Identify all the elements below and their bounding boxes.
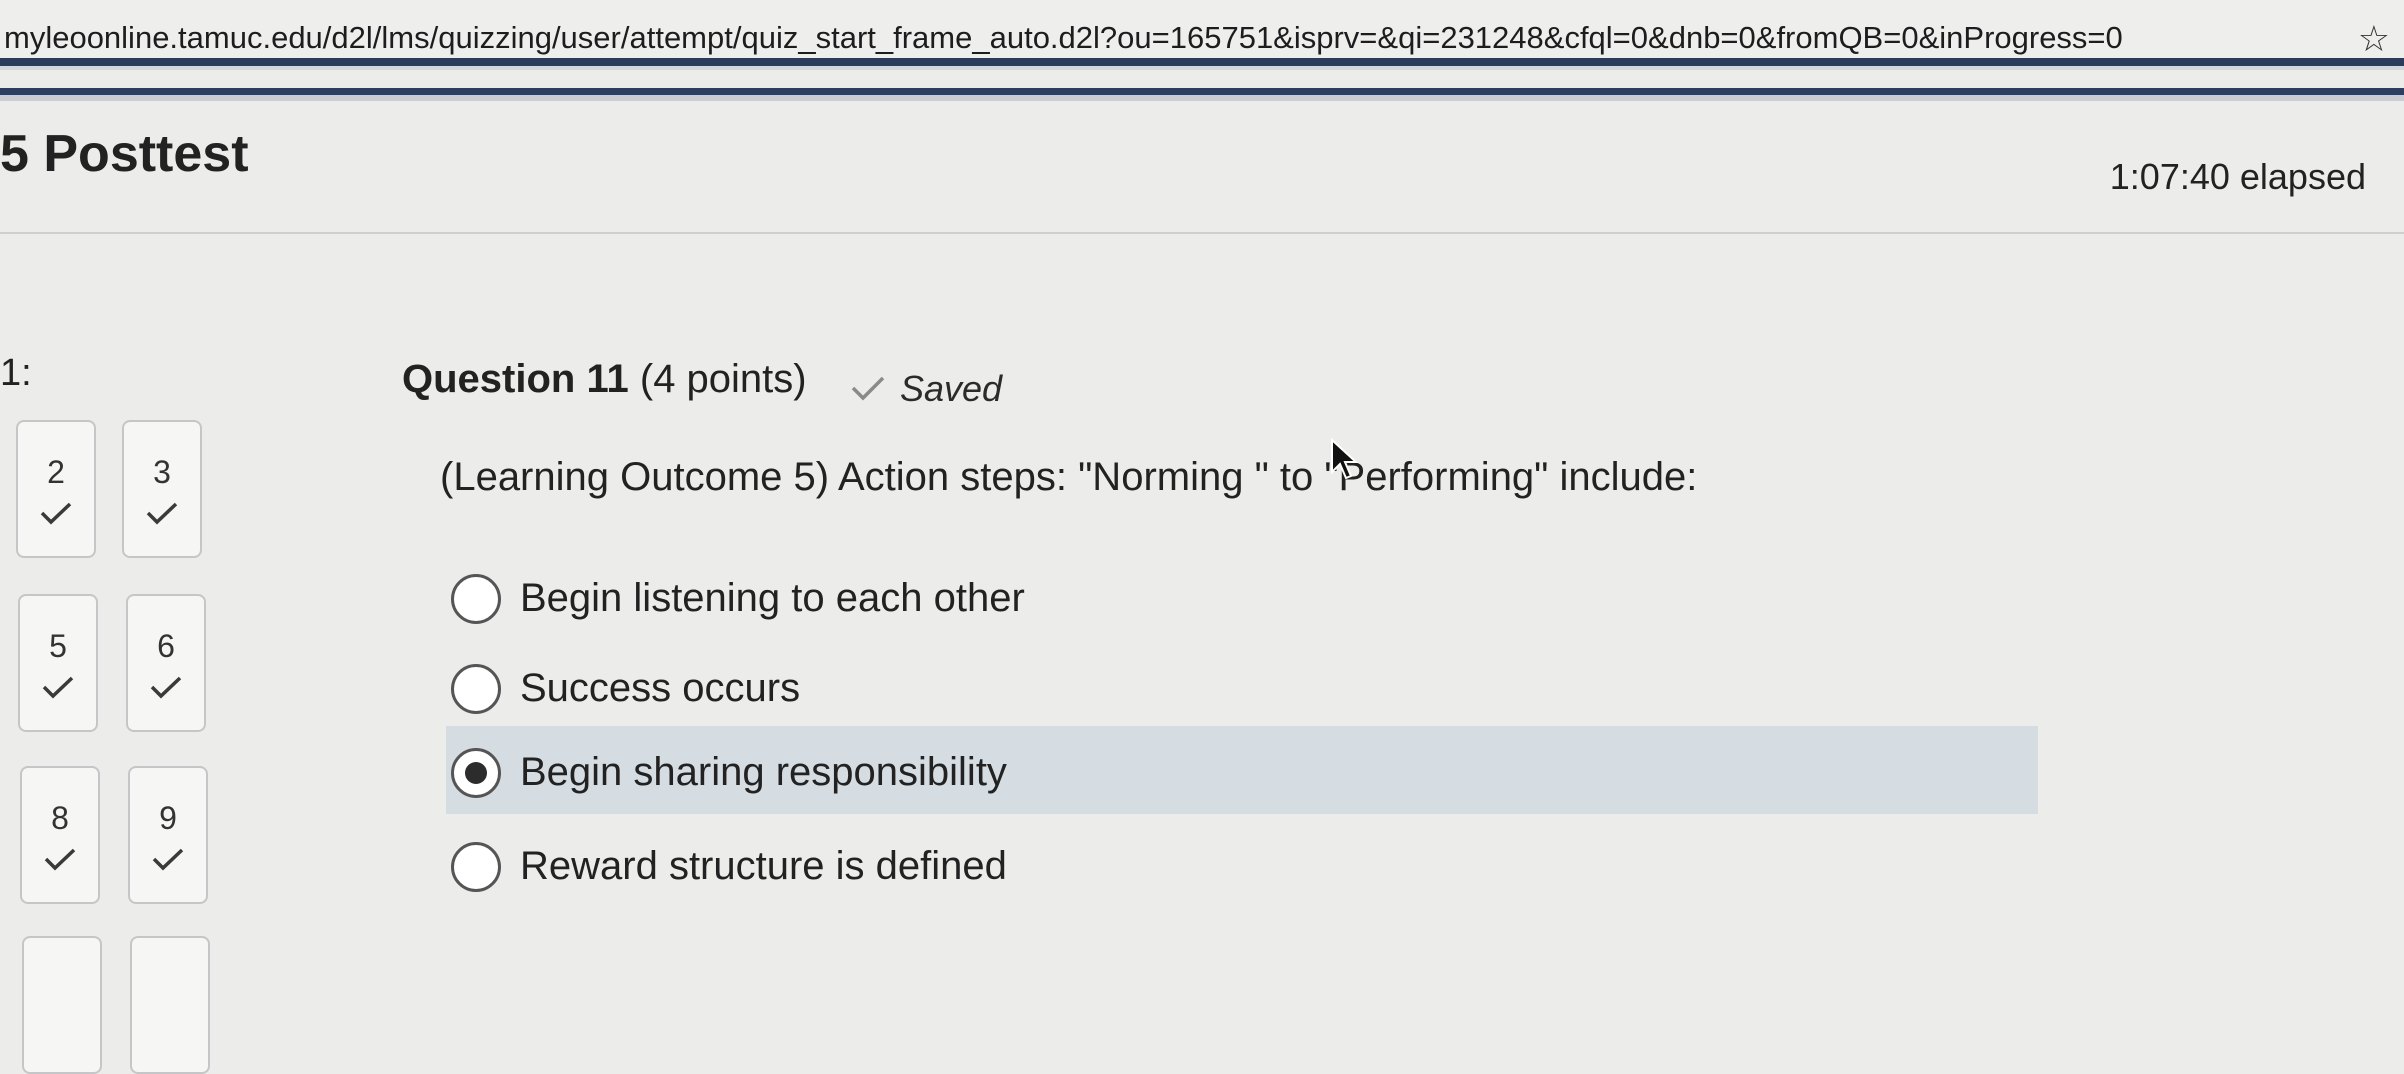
question-nav-8[interactable]: 8 — [20, 766, 100, 904]
check-icon — [124, 500, 200, 531]
radio-button-selected[interactable] — [451, 748, 501, 798]
saved-status: Saved — [851, 368, 1003, 410]
page-label: 1: — [0, 352, 32, 394]
question-nav-3[interactable]: 3 — [122, 420, 202, 558]
question-nav-6[interactable]: 6 — [126, 594, 206, 732]
check-icon — [20, 674, 96, 705]
answer-option-1[interactable]: Begin listening to each other — [446, 552, 2038, 640]
question-number: 9 — [159, 800, 177, 836]
question-header: Question 11 (4 points) — [402, 357, 807, 402]
elapsed-timer: 1:07:40 elapsed — [2109, 156, 2366, 197]
address-bar[interactable]: myleoonline.tamuc.edu/d2l/lms/quizzing/u… — [0, 0, 2404, 60]
radio-button[interactable] — [451, 842, 501, 892]
url-text[interactable]: myleoonline.tamuc.edu/d2l/lms/quizzing/u… — [4, 20, 2123, 56]
saved-label: Saved — [900, 368, 1003, 409]
question-text: (Learning Outcome 5) Action steps: "Norm… — [440, 455, 1698, 499]
check-icon — [130, 846, 206, 877]
option-label: Begin sharing responsibility — [520, 750, 1007, 794]
nav-divider — [0, 66, 2404, 70]
radio-dot — [465, 762, 487, 784]
mouse-cursor-icon — [1331, 438, 1359, 480]
header-divider — [0, 232, 2404, 234]
question-nav-next[interactable] — [22, 936, 102, 1074]
question-number: 6 — [157, 628, 175, 664]
question-nav-next[interactable] — [130, 936, 210, 1074]
question-number: 2 — [47, 454, 65, 490]
question-nav-9[interactable]: 9 — [128, 766, 208, 904]
sub-nav-bar — [0, 88, 2404, 95]
option-label: Reward structure is defined — [520, 844, 1007, 888]
top-nav-bar — [0, 58, 2404, 66]
check-icon — [22, 846, 98, 877]
radio-button[interactable] — [451, 574, 501, 624]
question-points: (4 points) — [639, 357, 807, 401]
option-label: Begin listening to each other — [520, 576, 1025, 620]
question-number: 5 — [49, 628, 67, 664]
quiz-title: 5 Posttest — [0, 125, 249, 183]
option-label: Success occurs — [520, 666, 801, 710]
check-icon — [851, 376, 885, 401]
question-nav-5[interactable]: 5 — [18, 594, 98, 732]
question-number: 3 — [153, 454, 171, 490]
question-number: 8 — [51, 800, 69, 836]
question-nav-2[interactable]: 2 — [16, 420, 96, 558]
answer-option-2[interactable]: Success occurs — [446, 642, 2038, 730]
answer-option-4[interactable]: Reward structure is defined — [446, 820, 2038, 908]
sub-nav-divider — [0, 95, 2404, 101]
question-navigator: 2 3 5 6 8 9 — [0, 420, 260, 1074]
check-icon — [128, 674, 204, 705]
answer-option-3[interactable]: Begin sharing responsibility — [446, 726, 2038, 814]
question-title: Question 11 — [402, 357, 629, 401]
star-icon[interactable]: ☆ — [2358, 18, 2390, 60]
check-icon — [18, 500, 94, 531]
radio-button[interactable] — [451, 664, 501, 714]
